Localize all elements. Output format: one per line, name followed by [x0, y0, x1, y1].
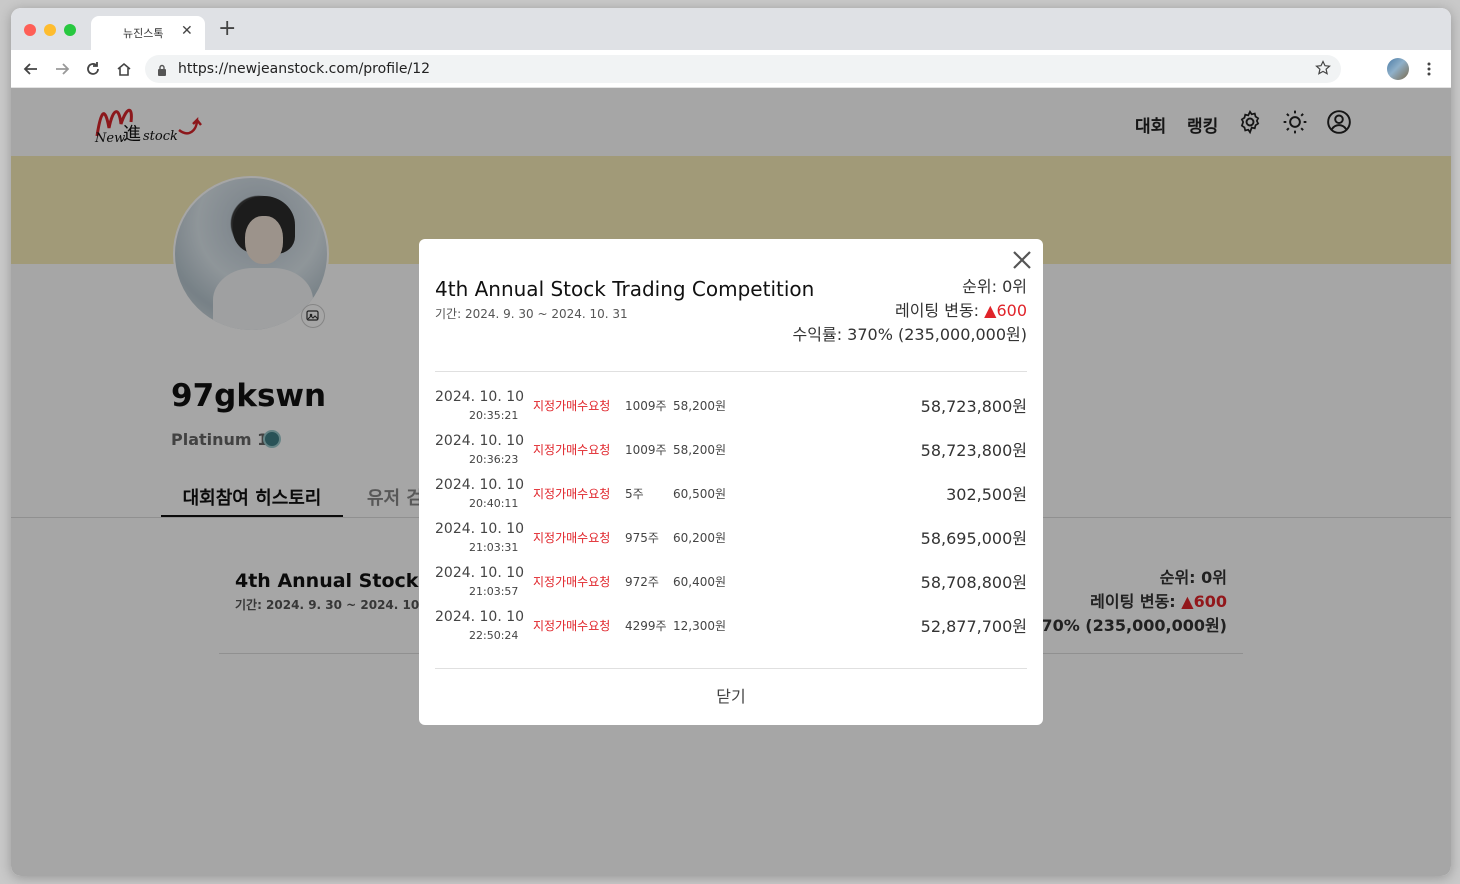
transaction-row: 2024. 10. 10 22:50:24 지정가매수요청 4299주 12,3…	[435, 609, 1027, 653]
tx-total: 302,500원	[946, 485, 1027, 504]
tx-quantity: 1009주	[625, 443, 667, 457]
tx-type: 지정가매수요청	[533, 399, 611, 413]
tx-type: 지정가매수요청	[533, 575, 611, 589]
transaction-row: 2024. 10. 10 21:03:57 지정가매수요청 972주 60,40…	[435, 565, 1027, 609]
tx-type: 지정가매수요청	[533, 531, 611, 545]
tx-date: 2024. 10. 10	[435, 521, 525, 537]
tx-time: 20:36:23	[469, 453, 519, 466]
tx-quantity: 1009주	[625, 399, 667, 413]
tx-time: 21:03:31	[469, 541, 519, 554]
tx-time: 20:40:11	[469, 497, 519, 510]
tx-quantity: 972주	[625, 575, 659, 589]
tab-close-icon[interactable]: ✕	[181, 23, 193, 39]
modal-profit: 수익률: 370% (235,000,000원)	[792, 325, 1027, 344]
maximize-window-button[interactable]	[64, 24, 76, 36]
tx-price: 58,200원	[673, 443, 727, 457]
tx-total: 58,723,800원	[920, 397, 1027, 416]
forward-icon[interactable]	[52, 59, 72, 79]
tx-price: 60,400원	[673, 575, 727, 589]
bookmark-star-icon[interactable]	[1315, 60, 1331, 80]
close-icon[interactable]	[1009, 247, 1035, 273]
tab-title: 뉴진스톡	[123, 27, 164, 40]
close-window-button[interactable]	[24, 24, 36, 36]
tx-price: 12,300원	[673, 619, 727, 633]
tx-price: 58,200원	[673, 399, 727, 413]
reload-icon[interactable]	[83, 59, 103, 79]
tx-total: 58,708,800원	[920, 573, 1027, 592]
transaction-list: 2024. 10. 10 20:35:21 지정가매수요청 1009주 58,2…	[435, 389, 1027, 653]
browser-window: 뉴진스톡 ✕ + https://newjeanstock.com/profil…	[11, 8, 1451, 876]
tx-time: 22:50:24	[469, 629, 519, 642]
modal-rating-label: 레이팅 변동:	[894, 301, 980, 320]
tx-date: 2024. 10. 10	[435, 389, 525, 405]
modal-title: 4th Annual Stock Trading Competition	[435, 277, 815, 301]
tx-date: 2024. 10. 10	[435, 477, 525, 493]
transaction-row: 2024. 10. 10 20:40:11 지정가매수요청 5주 60,500원…	[435, 477, 1027, 521]
page: New 進 stock 대회 랭킹 97gkswn Platinum 1 대회참…	[11, 88, 1451, 876]
transaction-row: 2024. 10. 10 20:36:23 지정가매수요청 1009주 58,2…	[435, 433, 1027, 477]
tx-type: 지정가매수요청	[533, 443, 611, 457]
tx-date: 2024. 10. 10	[435, 433, 525, 449]
lock-icon	[157, 62, 167, 81]
modal-rank: 순위: 0위	[962, 277, 1027, 296]
tx-price: 60,500원	[673, 487, 727, 501]
tx-total: 52,877,700원	[920, 617, 1027, 636]
address-bar[interactable]: https://newjeanstock.com/profile/12	[145, 55, 1341, 83]
url-text: https://newjeanstock.com/profile/12	[178, 61, 431, 77]
tx-type: 지정가매수요청	[533, 487, 611, 501]
modal-period: 기간: 2024. 9. 30 ~ 2024. 10. 31	[435, 307, 628, 321]
back-icon[interactable]	[21, 59, 41, 79]
tx-time: 21:03:57	[469, 585, 519, 598]
home-icon[interactable]	[114, 59, 134, 79]
tx-type: 지정가매수요청	[533, 619, 611, 633]
tx-total: 58,695,000원	[920, 529, 1027, 548]
minimize-window-button[interactable]	[44, 24, 56, 36]
transaction-row: 2024. 10. 10 21:03:31 지정가매수요청 975주 60,20…	[435, 521, 1027, 565]
browser-tab[interactable]: 뉴진스톡 ✕	[91, 16, 205, 50]
tx-date: 2024. 10. 10	[435, 609, 525, 625]
browser-menu-icon[interactable]	[1427, 61, 1431, 81]
tx-quantity: 4299주	[625, 619, 667, 633]
tx-quantity: 5주	[625, 487, 644, 501]
tab-strip: 뉴진스톡 ✕ +	[11, 8, 1451, 50]
modal-divider-top	[435, 371, 1027, 372]
tx-quantity: 975주	[625, 531, 659, 545]
transaction-row: 2024. 10. 10 20:35:21 지정가매수요청 1009주 58,2…	[435, 389, 1027, 433]
modal-rating-value: ▲600	[984, 301, 1027, 320]
tx-price: 60,200원	[673, 531, 727, 545]
modal-rating-row: 레이팅 변동: ▲600	[793, 299, 1027, 323]
tx-total: 58,723,800원	[920, 441, 1027, 460]
modal-close-button[interactable]: 닫기	[419, 669, 1043, 725]
tx-date: 2024. 10. 10	[435, 565, 525, 581]
tx-time: 20:35:21	[469, 409, 519, 422]
browser-toolbar: https://newjeanstock.com/profile/12	[11, 50, 1451, 88]
competition-detail-modal: 4th Annual Stock Trading Competition 기간:…	[419, 239, 1043, 725]
new-tab-icon[interactable]: +	[218, 18, 236, 40]
modal-stats: 순위: 0위 레이팅 변동: ▲600 수익률: 370% (235,000,0…	[793, 275, 1027, 347]
browser-profile-avatar[interactable]	[1387, 58, 1409, 80]
